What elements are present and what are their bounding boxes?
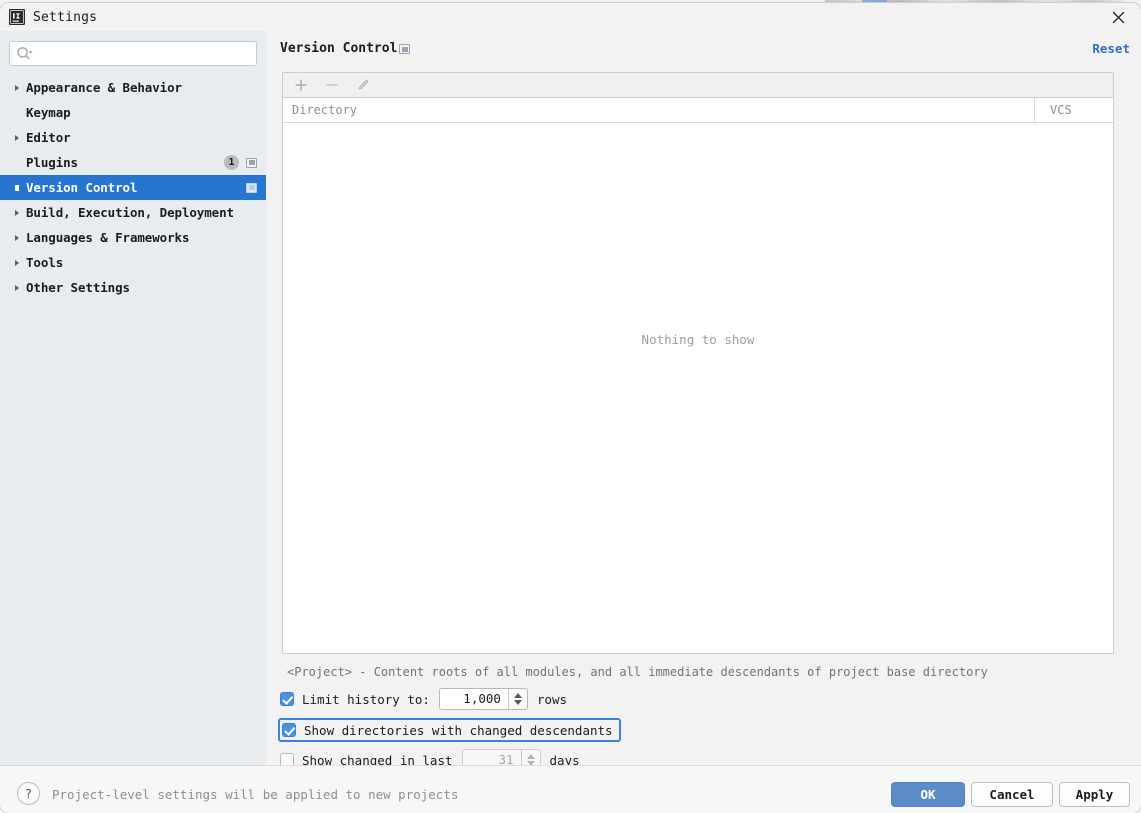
spinner-arrows[interactable] [507, 689, 527, 709]
table-header-row: Directory VCS [283, 98, 1113, 123]
sidebar-item-indicators [246, 175, 257, 200]
vcs-directory-mappings-table: Directory VCS Nothing to show [282, 72, 1114, 654]
plugins-update-count-badge: 1 [224, 155, 239, 170]
option-limit-history: Limit history to: rows [280, 688, 567, 710]
sidebar-item-other-settings[interactable]: Other Settings [0, 275, 266, 300]
column-divider[interactable] [1034, 98, 1035, 122]
sidebar-item-label: Tools [26, 255, 64, 270]
search-input[interactable] [38, 42, 257, 67]
sidebar-item-tools[interactable]: Tools [0, 250, 266, 275]
sidebar-item-appearance-behavior[interactable]: Appearance & Behavior [0, 75, 266, 100]
reset-link[interactable]: Reset [1092, 41, 1130, 56]
column-header-directory[interactable]: Directory [292, 103, 357, 117]
sidebar-item-label: Keymap [26, 105, 71, 120]
chevron-right-icon [15, 134, 19, 141]
chevron-right-icon [15, 184, 19, 191]
chevron-up-icon[interactable] [526, 754, 535, 759]
sidebar-item-version-control[interactable]: Version Control [0, 175, 266, 200]
chevron-right-icon [15, 84, 19, 91]
sidebar-item-label: Version Control [26, 180, 138, 195]
column-header-vcs[interactable]: VCS [1050, 103, 1072, 117]
chevron-right-icon [15, 234, 19, 241]
footer-note: Project-level settings will be applied t… [52, 787, 459, 802]
sidebar-item-editor[interactable]: Editor [0, 125, 266, 150]
empty-state-message: Nothing to show [641, 332, 755, 347]
settings-sidebar: Appearance & Behavior Keymap Editor Plug… [0, 31, 266, 765]
table-toolbar [283, 73, 1113, 98]
limit-history-label: Limit history to: [302, 691, 430, 707]
chevron-down-icon[interactable] [513, 700, 522, 705]
dialog-footer: ? Project-level settings will be applied… [0, 765, 1141, 813]
ok-button[interactable]: OK [891, 782, 965, 807]
search-icon [16, 46, 34, 62]
sidebar-item-label: Other Settings [26, 280, 130, 295]
sidebar-item-label: Appearance & Behavior [26, 80, 182, 95]
project-settings-icon [246, 157, 257, 168]
apply-button[interactable]: Apply [1059, 782, 1130, 807]
limit-history-suffix: rows [536, 691, 568, 707]
chevron-right-icon [15, 284, 19, 291]
sidebar-item-label: Plugins [26, 155, 78, 170]
project-scope-hint: <Project> - Content roots of all modules… [287, 665, 988, 679]
show-changed-descendants-checkbox[interactable] [282, 723, 296, 737]
chevron-right-icon [15, 259, 19, 266]
cancel-button[interactable]: Cancel [971, 782, 1053, 807]
limit-history-checkbox[interactable] [280, 692, 294, 706]
sidebar-item-build-execution-deployment[interactable]: Build, Execution, Deployment [0, 200, 266, 225]
sidebar-item-indicators: 1 [224, 150, 257, 175]
project-settings-icon [399, 44, 410, 54]
search-field[interactable] [9, 41, 257, 67]
limit-history-input[interactable] [439, 689, 508, 709]
option-show-changed-descendants[interactable]: Show directories with changed descendant… [278, 718, 621, 742]
pencil-icon[interactable] [355, 77, 371, 93]
chevron-up-icon[interactable] [513, 693, 522, 698]
settings-dialog: Settings Appearance & Behavior Keymap Ed… [0, 3, 1141, 813]
minus-icon[interactable] [324, 77, 340, 93]
help-icon[interactable]: ? [17, 782, 40, 805]
table-body[interactable]: Nothing to show [283, 123, 1113, 652]
window-title: Settings [33, 10, 98, 25]
close-icon[interactable] [1110, 9, 1127, 26]
settings-main-panel: Version Control Reset Directory VCS Noth… [266, 31, 1141, 771]
plus-icon[interactable] [293, 77, 309, 93]
show-changed-descendants-label: Show directories with changed descendant… [304, 722, 613, 738]
sidebar-item-label: Languages & Frameworks [26, 230, 190, 245]
intellij-idea-icon [8, 8, 26, 26]
sidebar-item-label: Build, Execution, Deployment [26, 205, 234, 220]
sidebar-item-keymap[interactable]: Keymap [0, 100, 266, 125]
sidebar-item-plugins[interactable]: Plugins 1 [0, 150, 266, 175]
sidebar-item-label: Editor [26, 130, 71, 145]
project-settings-icon [246, 182, 257, 193]
chevron-right-icon [15, 209, 19, 216]
sidebar-item-languages-frameworks[interactable]: Languages & Frameworks [0, 225, 266, 250]
limit-history-spinner[interactable] [438, 688, 528, 710]
settings-category-tree: Appearance & Behavior Keymap Editor Plug… [0, 75, 266, 300]
page-title: Version Control [280, 41, 398, 56]
title-bar: Settings [0, 3, 1141, 31]
